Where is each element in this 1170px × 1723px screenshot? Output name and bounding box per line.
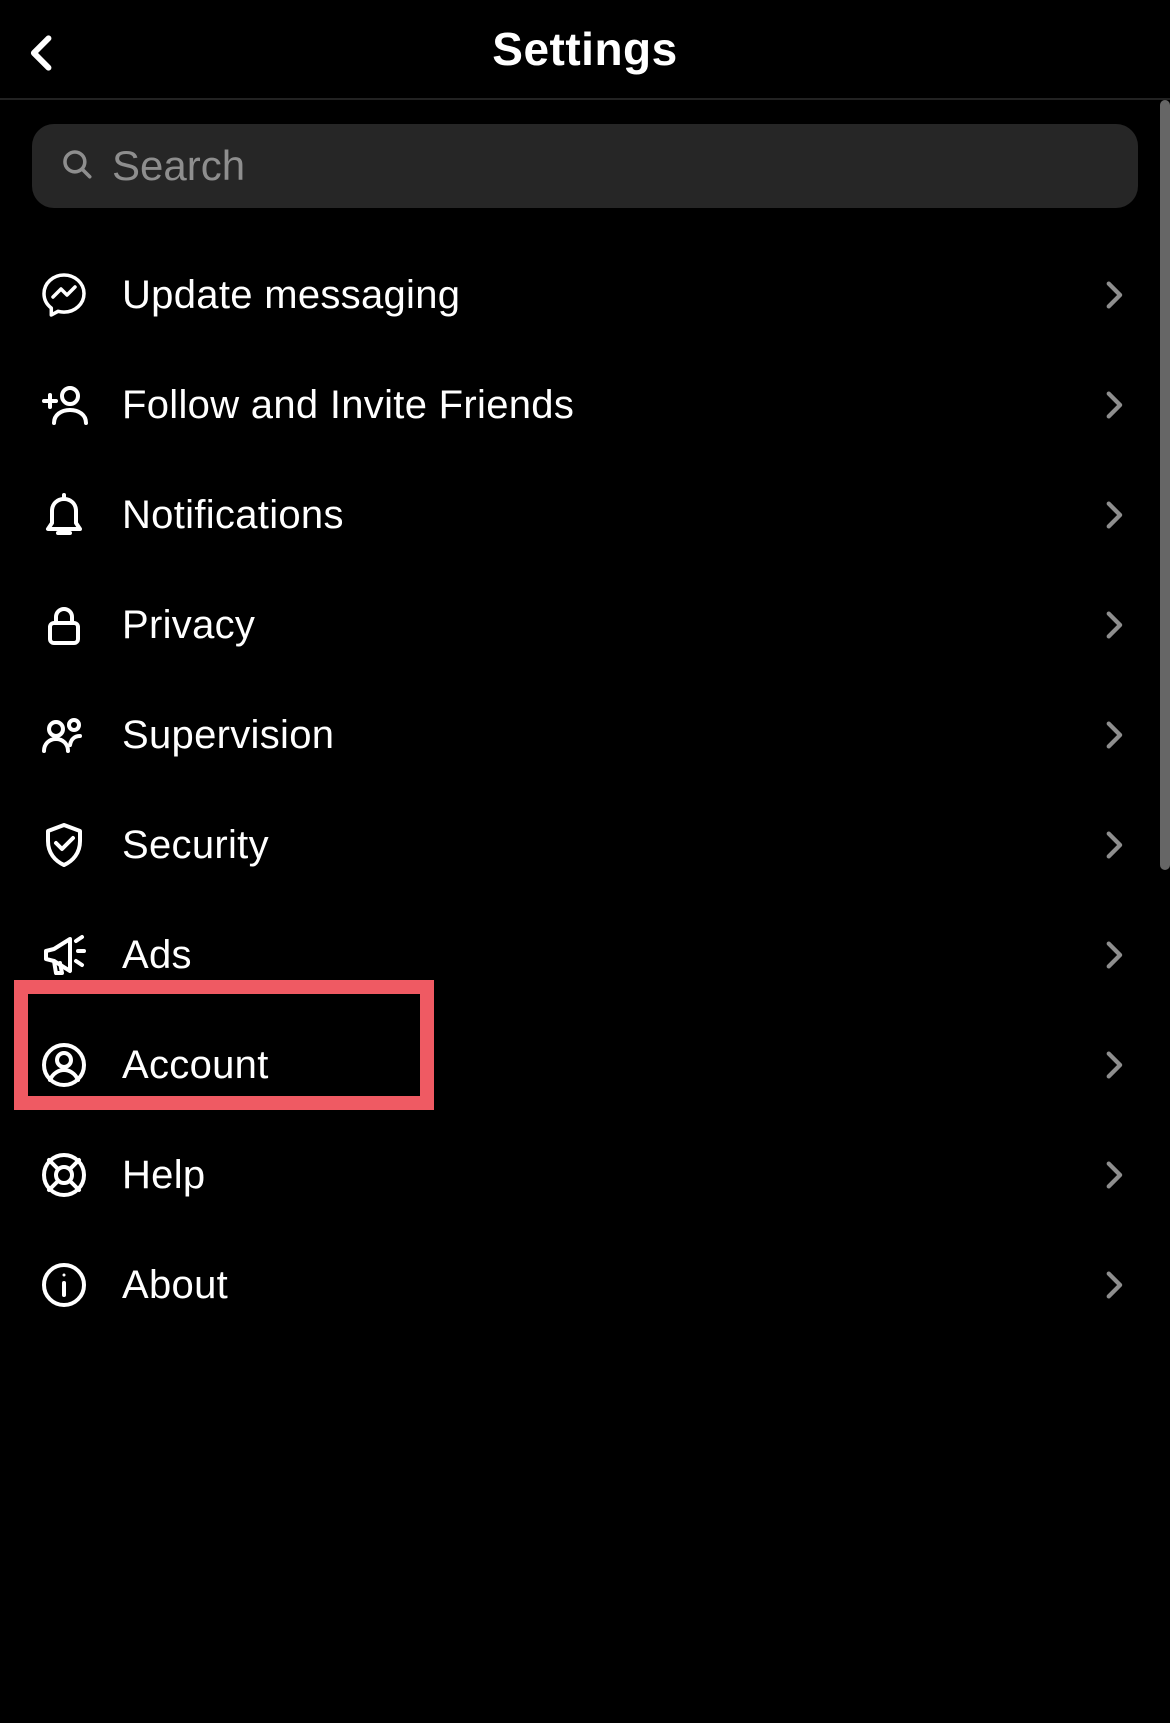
- add-user-icon: [38, 379, 90, 431]
- chevron-right-icon: [1096, 388, 1130, 422]
- header: Settings: [0, 0, 1170, 100]
- info-icon: [38, 1259, 90, 1311]
- chevron-right-icon: [1096, 718, 1130, 752]
- chevron-right-icon: [1096, 498, 1130, 532]
- menu-item-label: Follow and Invite Friends: [122, 383, 1096, 428]
- shield-check-icon: [38, 819, 90, 871]
- lock-icon: [38, 599, 90, 651]
- menu-item-help[interactable]: Help: [32, 1120, 1138, 1230]
- chevron-right-icon: [1096, 278, 1130, 312]
- menu-item-ads[interactable]: Ads: [32, 900, 1138, 1010]
- bell-icon: [38, 489, 90, 541]
- menu-item-about[interactable]: About: [32, 1230, 1138, 1340]
- chevron-right-icon: [1096, 938, 1130, 972]
- menu-item-notifications[interactable]: Notifications: [32, 460, 1138, 570]
- content-scroll[interactable]: Update messaging Follow and Invite Frien…: [0, 100, 1170, 1723]
- lifebuoy-icon: [38, 1149, 90, 1201]
- menu-item-label: About: [122, 1263, 1096, 1308]
- menu-item-update-messaging[interactable]: Update messaging: [32, 240, 1138, 350]
- chevron-right-icon: [1096, 1268, 1130, 1302]
- people-icon: [38, 709, 90, 761]
- menu-item-label: Supervision: [122, 713, 1096, 758]
- menu-item-account[interactable]: Account: [32, 1010, 1138, 1120]
- menu-item-label: Account: [122, 1043, 1096, 1088]
- menu-item-label: Notifications: [122, 493, 1096, 538]
- menu-item-label: Security: [122, 823, 1096, 868]
- chevron-right-icon: [1096, 608, 1130, 642]
- menu-item-label: Ads: [122, 933, 1096, 978]
- user-circle-icon: [38, 1039, 90, 1091]
- megaphone-icon: [38, 929, 90, 981]
- search-field[interactable]: [32, 124, 1138, 208]
- chevron-right-icon: [1096, 828, 1130, 862]
- messenger-icon: [38, 269, 90, 321]
- menu-item-follow-invite[interactable]: Follow and Invite Friends: [32, 350, 1138, 460]
- menu-item-supervision[interactable]: Supervision: [32, 680, 1138, 790]
- chevron-right-icon: [1096, 1048, 1130, 1082]
- menu-item-label: Help: [122, 1153, 1096, 1198]
- back-button[interactable]: [18, 28, 68, 78]
- search-input[interactable]: [112, 142, 1110, 190]
- menu-item-label: Privacy: [122, 603, 1096, 648]
- scrollbar-thumb[interactable]: [1160, 100, 1170, 870]
- menu-item-label: Update messaging: [122, 273, 1096, 318]
- search-icon: [60, 147, 112, 186]
- page-title: Settings: [492, 22, 677, 76]
- menu-item-security[interactable]: Security: [32, 790, 1138, 900]
- chevron-right-icon: [1096, 1158, 1130, 1192]
- menu-item-privacy[interactable]: Privacy: [32, 570, 1138, 680]
